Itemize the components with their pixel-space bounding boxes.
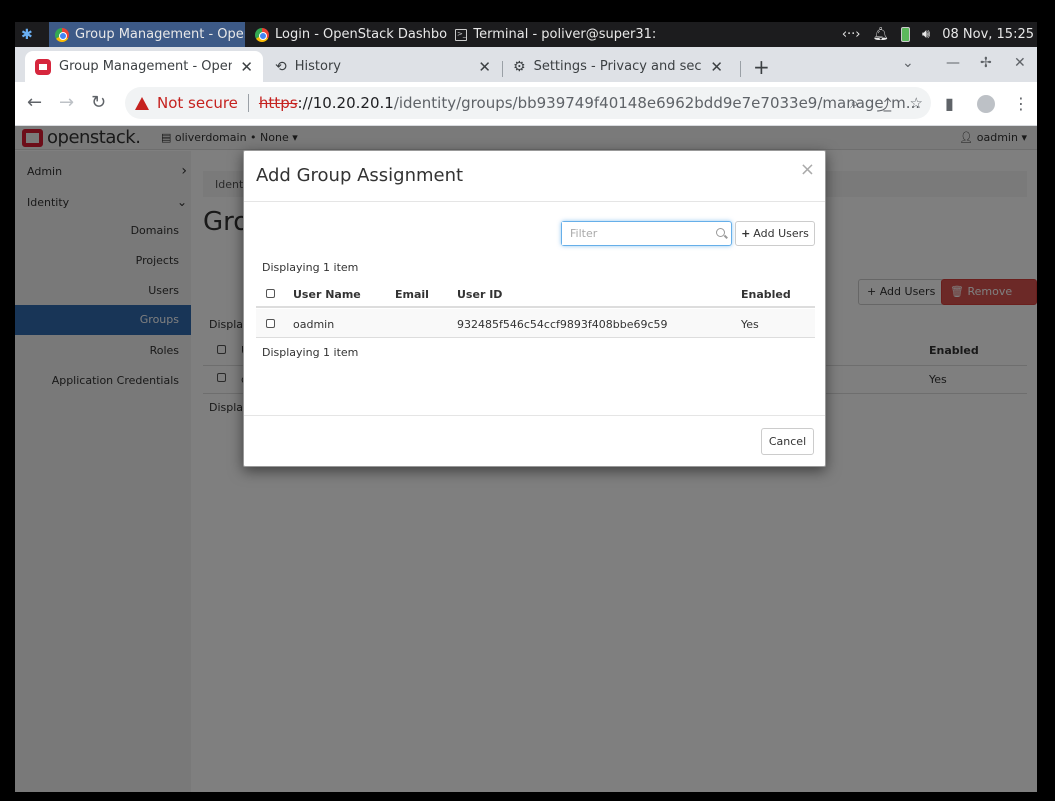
bookmark-star-icon[interactable]: ☆ bbox=[910, 94, 923, 115]
taskbar-item-label: Group Management - Open... bbox=[75, 27, 245, 42]
modal-footer: Cancel bbox=[244, 415, 825, 467]
omnibox-actions: ⌕ ⤴ ☆ bbox=[850, 94, 923, 115]
row-checkbox[interactable] bbox=[266, 319, 275, 328]
taskbar-item-label: Terminal - poliver@super31: ~ bbox=[473, 27, 655, 42]
modal-title: Add Group Assignment bbox=[256, 165, 464, 186]
profile-avatar[interactable] bbox=[977, 95, 995, 113]
gear-icon: ⚙ bbox=[513, 58, 526, 75]
add-users-label: Add Users bbox=[753, 227, 809, 240]
tab-history[interactable]: ⟲ History ✕ bbox=[265, 51, 501, 82]
tab-title: Group Management - OpenStack bbox=[59, 59, 233, 74]
system-tray: ‹··› 🔔︎ 🔊︎ 08 Nov, 15:25 bbox=[842, 22, 1037, 47]
new-tab-button[interactable]: + bbox=[753, 55, 770, 79]
warning-icon bbox=[135, 96, 149, 110]
app-menu-button[interactable]: ✱ bbox=[15, 22, 45, 47]
chrome-icon bbox=[255, 27, 269, 42]
tab-group-management[interactable]: Group Management - OpenStack ✕ bbox=[25, 51, 263, 82]
displaying-count: Displaying 1 item bbox=[262, 261, 359, 274]
tab-settings[interactable]: ⚙ Settings - Privacy and security ✕ bbox=[503, 51, 733, 82]
taskbar-item-group-management[interactable]: Group Management - Open... bbox=[49, 22, 245, 47]
close-tab-icon[interactable]: ✕ bbox=[240, 58, 253, 76]
chrome-icon bbox=[55, 27, 69, 42]
browser-menu-icon[interactable]: ⋮ bbox=[1013, 94, 1029, 113]
table-header-row: User Name Email User ID Enabled bbox=[256, 279, 815, 308]
volume-icon[interactable]: 🔊︎ bbox=[922, 27, 930, 42]
forward-icon[interactable]: → bbox=[59, 92, 74, 113]
os-taskbar: ✱ Group Management - Open... Login - Ope… bbox=[15, 22, 1037, 47]
maximize-icon[interactable]: ✢ bbox=[980, 55, 992, 71]
close-window-icon[interactable]: ✕ bbox=[1014, 55, 1026, 71]
network-icon[interactable]: ‹··› bbox=[842, 27, 861, 42]
modal-header: Add Group Assignment × bbox=[244, 151, 825, 202]
back-icon[interactable]: ← bbox=[27, 92, 42, 113]
column-user-name[interactable]: User Name bbox=[293, 288, 361, 301]
select-all-checkbox[interactable] bbox=[266, 289, 275, 298]
filter-field bbox=[561, 221, 732, 246]
table-row: oadmin 932485f546c54ccf9893f408bbe69c59 … bbox=[256, 309, 815, 338]
cell-enabled: Yes bbox=[741, 318, 759, 331]
column-email[interactable]: Email bbox=[395, 288, 429, 301]
tab-title: History bbox=[294, 59, 341, 74]
security-label[interactable]: Not secure bbox=[157, 94, 238, 112]
tab-divider bbox=[740, 61, 741, 77]
history-icon: ⟲ bbox=[275, 58, 287, 75]
cell-user-name: oadmin bbox=[293, 318, 335, 331]
openstack-page: openstack. ▤ oliverdomain • None ▾ 👤︎ oa… bbox=[15, 126, 1037, 792]
displaying-count: Displaying 1 item bbox=[262, 346, 359, 359]
battery-icon[interactable] bbox=[901, 27, 911, 42]
taskbar-item-login[interactable]: Login - OpenStack Dashboar... bbox=[249, 22, 447, 47]
share-icon[interactable]: ⤴ bbox=[877, 94, 892, 115]
close-tab-icon[interactable]: ✕ bbox=[478, 58, 491, 76]
plus-icon: + bbox=[741, 227, 751, 240]
address-bar[interactable]: Not secure https ://10.20.20.1 /identity… bbox=[125, 87, 931, 119]
tab-search-chevron-icon[interactable]: ⌄ bbox=[902, 55, 914, 71]
reload-icon[interactable]: ↻ bbox=[91, 92, 106, 113]
taskbar-item-label: Login - OpenStack Dashboar... bbox=[275, 27, 447, 42]
browser-tab-strip: Group Management - OpenStack ✕ ⟲ History… bbox=[15, 47, 1037, 82]
close-tab-icon[interactable]: ✕ bbox=[710, 58, 723, 76]
cancel-button[interactable]: Cancel bbox=[761, 428, 814, 455]
column-user-id[interactable]: User ID bbox=[457, 288, 502, 301]
add-users-button[interactable]: + Add Users bbox=[735, 221, 815, 246]
tab-title: Settings - Privacy and security bbox=[533, 59, 703, 74]
clock[interactable]: 08 Nov, 15:25 bbox=[942, 27, 1034, 42]
column-enabled[interactable]: Enabled bbox=[741, 288, 791, 301]
browser-toolbar: ← → ↻ Not secure https ://10.20.20.1 /id… bbox=[15, 82, 1037, 126]
minimize-icon[interactable]: — bbox=[946, 55, 960, 71]
screen: ✱ Group Management - Open... Login - Ope… bbox=[15, 22, 1037, 792]
add-group-assignment-modal: Add Group Assignment × + Add Users Displ… bbox=[243, 150, 826, 467]
taskbar-item-terminal[interactable]: >_ Terminal - poliver@super31: ~ bbox=[449, 22, 655, 47]
app-menu-icon: ✱ bbox=[21, 26, 33, 43]
url-path: /identity/groups/bb939749f40148e6962bdd9… bbox=[393, 94, 921, 112]
terminal-icon: >_ bbox=[455, 28, 468, 41]
close-icon[interactable]: × bbox=[800, 159, 815, 180]
side-panel-icon[interactable]: ▮ bbox=[945, 94, 954, 113]
zoom-icon[interactable]: ⌕ bbox=[850, 94, 858, 115]
search-icon bbox=[716, 228, 725, 237]
url-host: ://10.20.20.1 bbox=[297, 94, 394, 112]
omnibox-divider bbox=[247, 94, 249, 112]
url-scheme: https bbox=[258, 94, 298, 112]
cell-user-id: 932485f546c54ccf9893f408bbe69c59 bbox=[457, 318, 668, 331]
openstack-favicon-icon bbox=[35, 58, 51, 75]
filter-input[interactable] bbox=[562, 222, 712, 245]
notification-bell-icon[interactable]: 🔔︎ bbox=[873, 27, 890, 42]
